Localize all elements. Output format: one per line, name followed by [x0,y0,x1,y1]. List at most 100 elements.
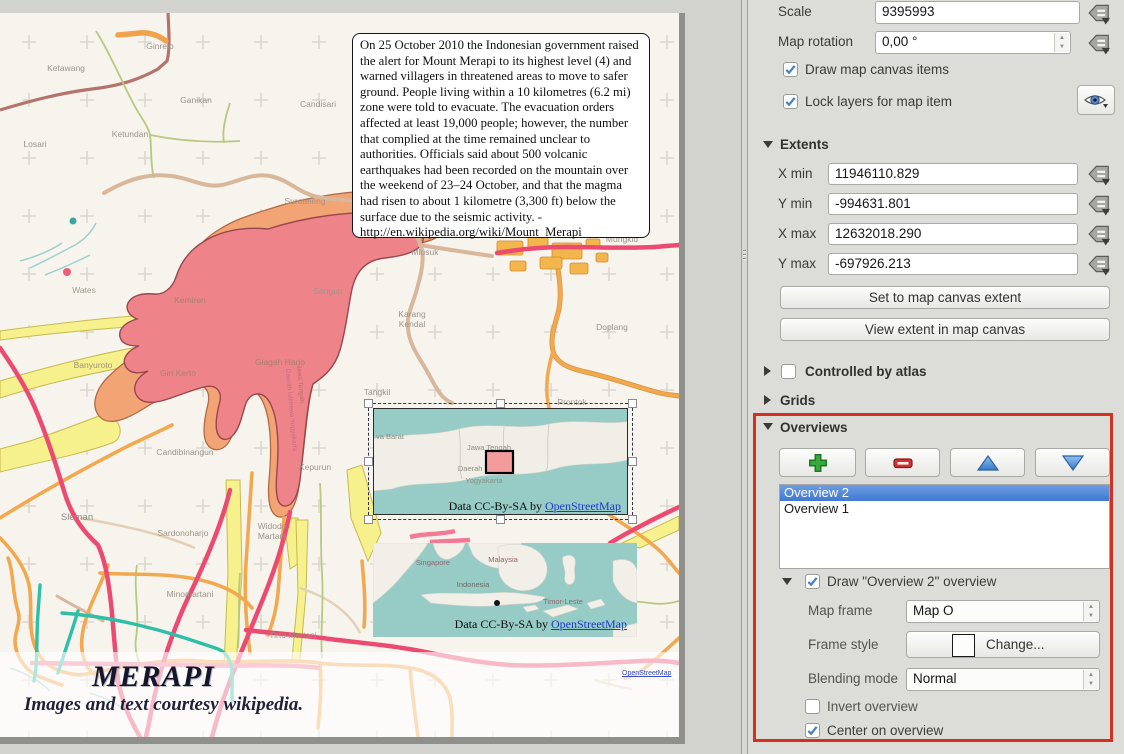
svg-text:Indonesia: Indonesia [457,580,490,589]
svg-text:Karang: Karang [398,309,426,319]
frame-style-button[interactable]: Change... [906,631,1100,658]
svg-text:Tangkil: Tangkil [364,387,391,397]
list-item-overview-1[interactable]: Overview 1 [780,501,1109,517]
frame-style-label: Frame style [808,637,879,652]
controlled-by-atlas-checkbox[interactable] [781,364,796,379]
draw-map-canvas-items-checkbox[interactable] [783,62,798,77]
svg-text:Malaysia: Malaysia [488,555,518,564]
map-rotation-spinbox[interactable]: 0,00 ° ▲▼ [875,31,1071,54]
blending-mode-combobox[interactable]: Normal ▲▼ [906,668,1100,691]
scale-label: Scale [778,4,812,19]
selection-handle[interactable] [364,457,373,466]
extents-section-title[interactable]: Extents [780,137,829,152]
selection-handle[interactable] [628,399,637,408]
atlas-collapse-arrow[interactable] [764,366,771,376]
item-properties-panel: Scale 9395993 Map rotation 0,00 ° ▲▼ Dra… [748,0,1124,754]
overviews-collapse-arrow[interactable] [763,423,773,430]
svg-text:Candibinangun: Candibinangun [156,447,213,457]
openstreetmap-link[interactable]: OpenStreetMap [551,617,627,631]
move-overview-down-button[interactable] [1035,448,1110,477]
osm-attribution-link[interactable]: OpenStreetMap [622,670,671,677]
lock-layers-label: Lock layers for map item [805,94,952,109]
svg-text:Prontok: Prontok [557,397,587,407]
selection-handle[interactable] [628,515,637,524]
selection-handle[interactable] [628,457,637,466]
combo-arrows[interactable]: ▲▼ [1083,670,1098,689]
svg-text:Ketundan: Ketundan [112,129,149,139]
svg-text:Candisari: Candisari [300,99,336,109]
svg-text:Mlusuk: Mlusuk [412,247,440,257]
eye-icon [1083,91,1109,109]
set-to-map-canvas-extent-button[interactable]: Set to map canvas extent [780,286,1110,309]
overviews-section-title[interactable]: Overviews [780,420,848,435]
grids-collapse-arrow[interactable] [764,395,771,405]
svg-text:Kendal: Kendal [399,319,426,329]
selection-handle[interactable] [364,515,373,524]
svg-text:Wates: Wates [72,285,96,295]
spinner-arrows[interactable]: ▲▼ [1054,33,1069,52]
map-subtitle[interactable]: Images and text courtesy wikipedia. [24,694,384,716]
add-overview-button[interactable] [779,448,856,477]
selection-handle[interactable] [496,399,505,408]
panel-splitter[interactable] [741,0,748,754]
svg-text:Ginrejo: Ginrejo [146,41,174,51]
ymin-label: Y min [778,196,812,211]
data-defined-override-icon[interactable] [1087,222,1111,246]
svg-text:va Barat: va Barat [376,432,405,441]
selection-handle[interactable] [496,515,505,524]
map-rotation-label: Map rotation [778,34,853,49]
svg-text:Widodo: Widodo [258,521,287,531]
selection-handle[interactable] [364,399,373,408]
svg-text:Tirto Martani: Tirto Martani [269,630,317,640]
xmax-input[interactable]: 12632018.290 [828,223,1078,245]
controlled-by-atlas-label[interactable]: Controlled by atlas [805,364,927,379]
xmin-input[interactable]: 11946110.829 [828,163,1078,185]
map-title[interactable]: MERAPI [92,660,392,694]
xmax-label: X max [778,226,816,241]
invert-overview-checkbox[interactable] [805,699,820,714]
ymax-label: Y max [778,256,816,271]
overview-map-2[interactable]: Singapore Malaysia Indonesia Timor-Leste… [373,543,637,637]
overviews-list[interactable]: Overview 2 Overview 1 [779,484,1110,569]
draw-overview-label: Draw "Overview 2" overview [827,574,996,589]
map-frame-combobox[interactable]: Map O ▲▼ [906,600,1100,623]
overview-map-1[interactable]: va Barat Jawa Tengah Daerah Istimewa Yog… [373,408,628,515]
grids-section-title[interactable]: Grids [780,393,815,408]
annotation-text-box[interactable]: On 25 October 2010 the Indonesian govern… [352,33,650,238]
scale-input[interactable]: 9395993 [875,1,1080,24]
draw-map-canvas-items-label: Draw map canvas items [805,62,949,77]
svg-text:Banyuroto: Banyuroto [74,360,113,370]
layout-canvas[interactable]: Jawa Tengah Daerah Istimewa Yogyakarta L… [0,0,748,754]
svg-text:Ganikan: Ganikan [180,95,212,105]
list-item-overview-2[interactable]: Overview 2 [780,485,1109,501]
layer-visibility-button[interactable] [1077,85,1115,115]
ymin-input[interactable]: -994631.801 [828,193,1078,215]
svg-text:Suroteleng: Suroteleng [284,196,325,206]
ymax-input[interactable]: -697926.213 [828,253,1078,275]
extents-collapse-arrow[interactable] [763,141,773,148]
data-defined-override-icon[interactable] [1087,162,1111,186]
draw-overview-collapse-arrow[interactable] [782,578,792,585]
openstreetmap-link[interactable]: OpenStreetMap [545,499,621,513]
remove-overview-button[interactable] [865,448,940,477]
svg-text:Kepurun: Kepurun [299,462,331,472]
move-overview-up-button[interactable] [950,448,1025,477]
map-page[interactable]: Jawa Tengah Daerah Istimewa Yogyakarta L… [0,13,679,737]
center-on-overview-checkbox[interactable] [805,723,820,738]
svg-text:Minomartani: Minomartani [167,589,214,599]
up-arrow-icon [976,453,1000,473]
overview2-extent-dot [494,600,500,606]
data-defined-override-icon[interactable] [1087,1,1111,25]
svg-text:Martani: Martani [258,531,286,541]
svg-text:Sangup: Sangup [313,286,343,296]
overview1-extent-rect [486,451,513,473]
lock-layers-checkbox[interactable] [783,94,798,109]
view-extent-in-map-canvas-button[interactable]: View extent in map canvas [780,318,1110,341]
draw-overview-checkbox[interactable] [805,574,820,589]
data-defined-override-icon[interactable] [1087,252,1111,276]
combo-arrows[interactable]: ▲▼ [1083,602,1098,621]
poi-dot [63,268,71,276]
svg-text:Sardonoharjo: Sardonoharjo [157,528,208,538]
data-defined-override-icon[interactable] [1087,192,1111,216]
data-defined-override-icon[interactable] [1087,31,1111,55]
